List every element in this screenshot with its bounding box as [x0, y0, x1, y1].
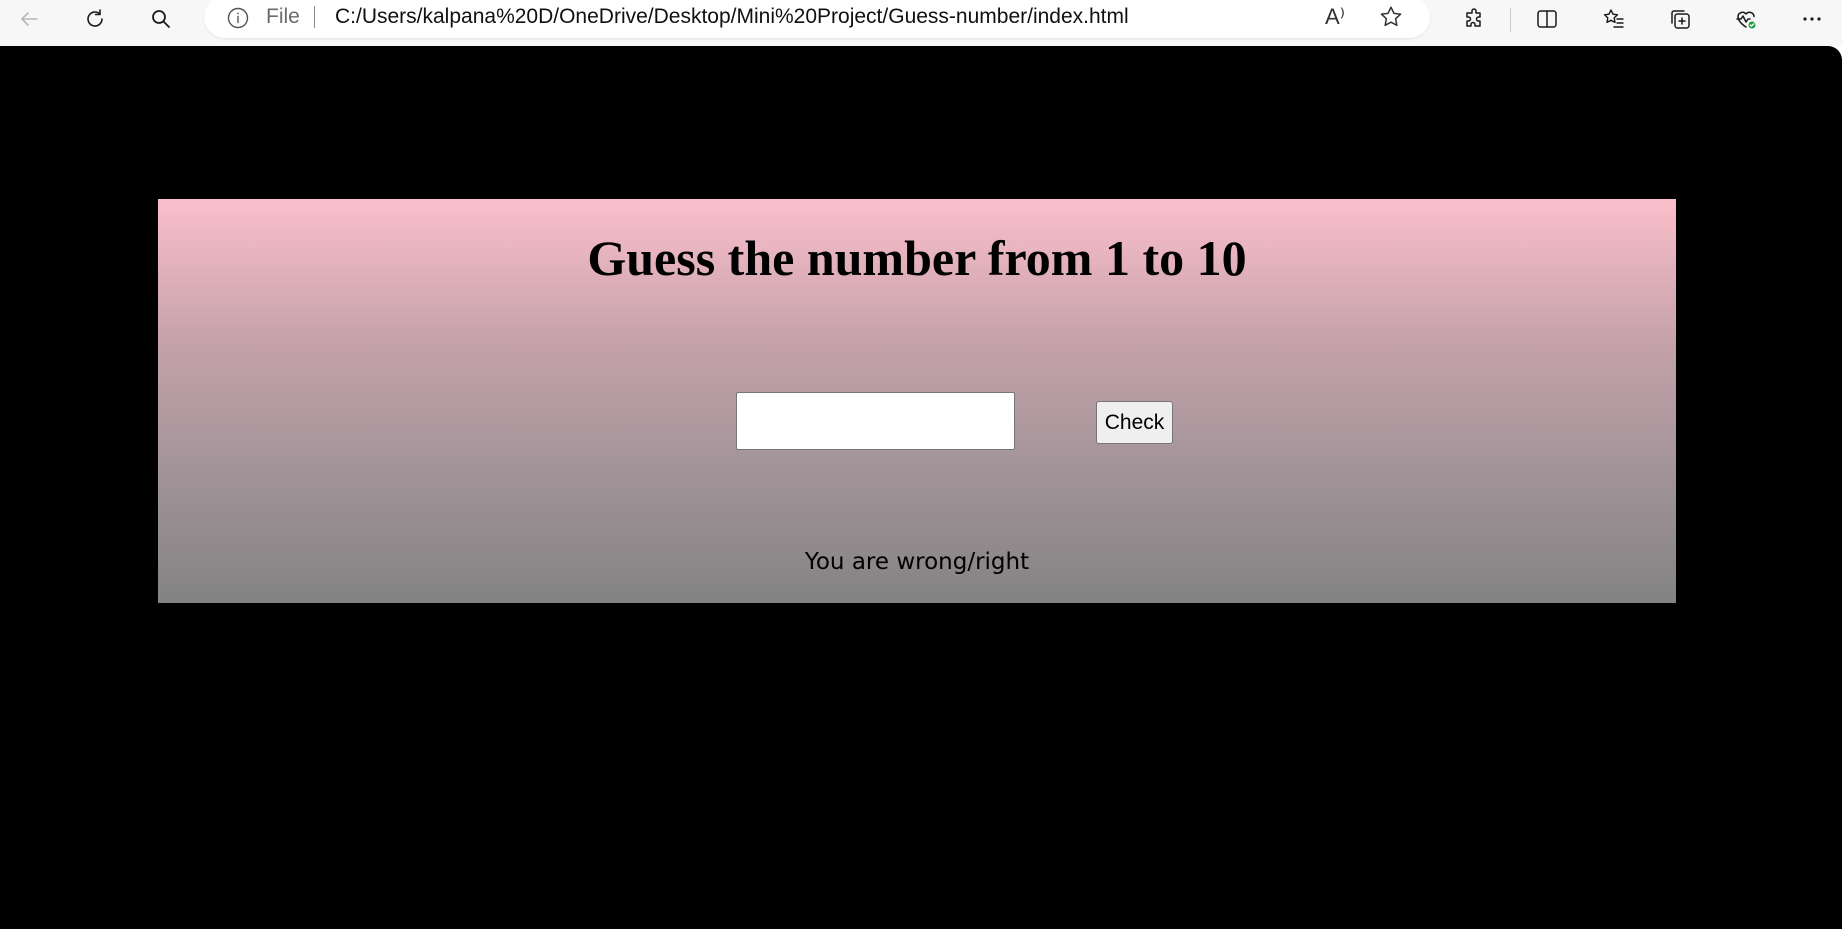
extensions-icon — [1466, 8, 1481, 27]
extensions-button[interactable] — [1455, 2, 1495, 36]
result-text: You are wrong/right — [804, 549, 1030, 575]
collections-icon — [1671, 10, 1690, 29]
refresh-icon — [87, 9, 103, 27]
toolbar-divider — [1510, 8, 1511, 32]
read-aloud-icon[interactable]: A⁾ — [1320, 2, 1350, 32]
collections-button[interactable] — [1660, 2, 1700, 36]
favorites-button[interactable] — [1594, 2, 1634, 36]
split-screen-button[interactable] — [1527, 2, 1567, 36]
game-panel: Guess the number from 1 to 10 Check You … — [158, 199, 1676, 603]
more-button[interactable] — [1792, 2, 1832, 36]
back-icon — [21, 12, 38, 26]
back-button[interactable] — [9, 2, 49, 36]
page-title: Guess the number from 1 to 10 — [587, 230, 1247, 286]
browser-essentials-button[interactable] — [1726, 2, 1766, 36]
address-url[interactable]: C:/Users/kalpana%20D/OneDrive/Desktop/Mi… — [335, 5, 1129, 29]
refresh-button[interactable] — [75, 2, 115, 36]
address-bar[interactable]: File C:/Users/kalpana%20D/OneDrive/Deskt… — [204, 0, 1430, 38]
check-button[interactable]: Check — [1096, 401, 1173, 444]
browser-toolbar: File C:/Users/kalpana%20D/OneDrive/Deskt… — [0, 0, 1842, 46]
browser-essentials-icon — [1736, 11, 1757, 30]
address-scheme-label: File — [266, 5, 300, 28]
guess-input[interactable] — [736, 392, 1015, 450]
search-button[interactable] — [141, 2, 181, 36]
more-icon — [1803, 17, 1821, 21]
favorites-icon — [1603, 9, 1624, 28]
address-separator — [314, 6, 315, 28]
favorite-star-icon[interactable] — [1376, 2, 1406, 32]
info-icon[interactable] — [226, 6, 250, 30]
page-viewport: Guess the number from 1 to 10 Check You … — [0, 46, 1842, 929]
search-icon — [152, 10, 170, 28]
split-screen-icon — [1537, 10, 1557, 28]
